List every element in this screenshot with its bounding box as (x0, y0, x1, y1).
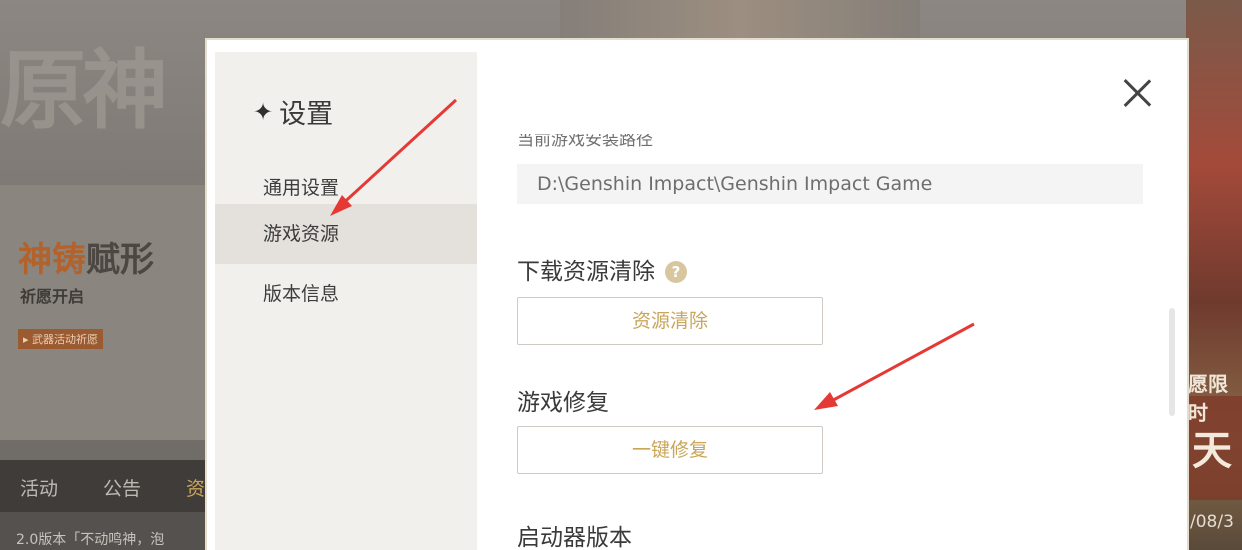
tab-announcement[interactable]: 公告 (103, 474, 141, 501)
sidebar-item-label: 通用设置 (263, 177, 340, 199)
settings-dialog: ✦ 设置 通用设置 游戏资源 版本信息 当前游戏安装路径 D:\Genshin … (205, 38, 1189, 550)
sidebar-item-label: 版本信息 (263, 283, 340, 305)
launcher-version-title: 启动器版本 (517, 525, 632, 550)
clear-resources-button[interactable]: 资源清除 (517, 297, 823, 345)
banner-title-rest: 赋形 (86, 240, 154, 280)
banner-title-highlight: 神铸 (18, 240, 86, 280)
install-path-label: 当前游戏安装路径 (517, 134, 653, 148)
banner-art-top (560, 0, 920, 40)
tab-activity[interactable]: 活动 (20, 474, 58, 501)
download-clear-title-text: 下载资源清除 (517, 259, 655, 285)
content-scrollbar[interactable] (1169, 308, 1175, 416)
sidebar-item-game-resources[interactable]: 游戏资源 (215, 204, 477, 264)
settings-sidebar: ✦ 设置 通用设置 游戏资源 版本信息 (215, 52, 477, 550)
one-click-repair-button[interactable]: 一键修复 (517, 426, 823, 474)
game-repair-title: 游戏修复 (517, 390, 609, 416)
install-path-field[interactable]: D:\Genshin Impact\Genshin Impact Game (517, 164, 1143, 204)
four-point-star-icon: ✦ (253, 97, 274, 126)
banner-tag[interactable]: ▸ 武器活动祈愿 (18, 329, 104, 349)
banner-subtitle: 祈愿开启 (20, 287, 85, 306)
dialog-title-text: 设置 (279, 99, 334, 130)
sidebar-item-label: 游戏资源 (263, 223, 340, 245)
game-logo: 原神 (0, 40, 168, 141)
banner-title: 神铸赋形 (18, 232, 154, 281)
right-banner-big-text: 天 (1192, 428, 1232, 474)
tab-info[interactable]: 资 (186, 474, 205, 501)
settings-content: 当前游戏安装路径 D:\Genshin Impact\Genshin Impac… (517, 40, 1157, 550)
news-item[interactable]: 2.0版本「不动鸣神，泡 (16, 529, 206, 549)
download-clear-title: 下载资源清除? (517, 252, 687, 286)
dialog-title: ✦ 设置 (253, 92, 333, 131)
sidebar-item-version-info[interactable]: 版本信息 (215, 264, 477, 324)
event-banner[interactable] (0, 185, 205, 440)
question-icon[interactable]: ? (665, 261, 687, 283)
right-banner-date: /08/3 (1190, 512, 1234, 532)
